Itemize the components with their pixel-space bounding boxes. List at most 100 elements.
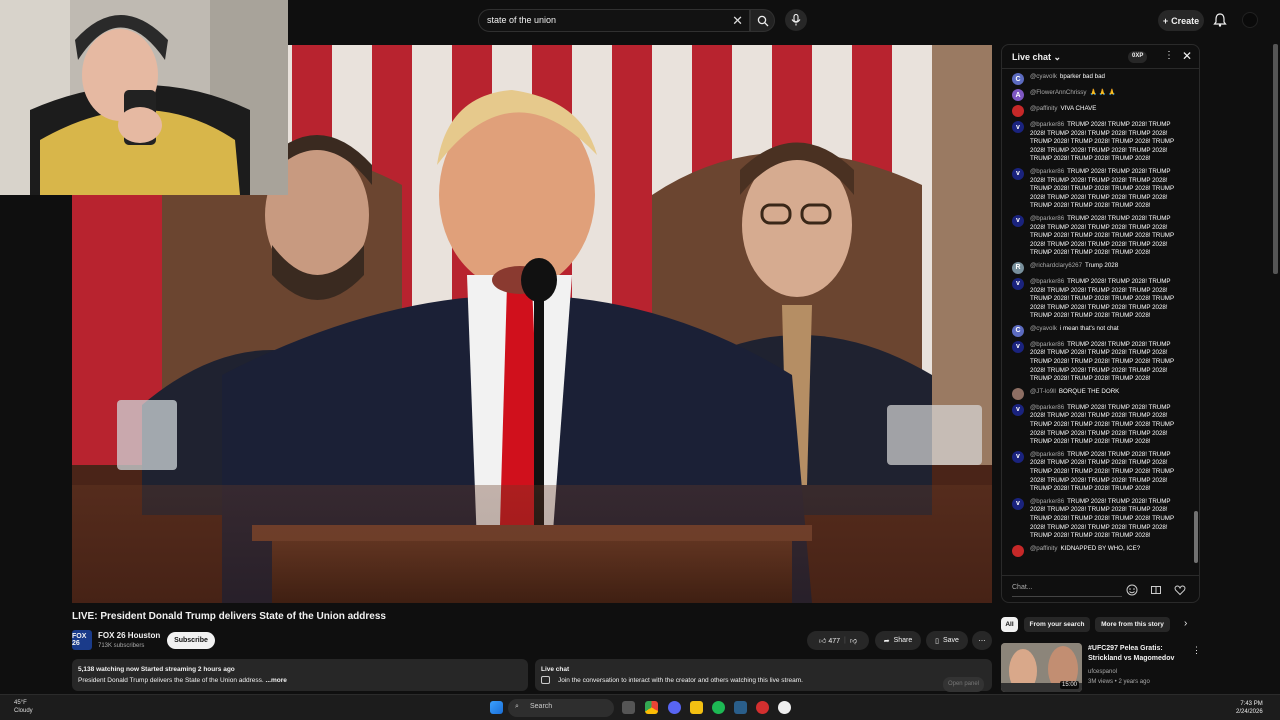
chat-author[interactable]: @bparker86: [1030, 404, 1064, 411]
chat-message[interactable]: @paffinity KIDNAPPED BY WHO, ICE?: [1002, 543, 1194, 559]
chat-avatar[interactable]: v: [1012, 121, 1024, 133]
app-icon[interactable]: [756, 701, 769, 714]
clear-search-icon[interactable]: ✕: [732, 13, 743, 29]
voice-search-button[interactable]: [785, 9, 807, 31]
taskbar-clock[interactable]: 7:43 PM 2/24/2026: [1236, 700, 1263, 716]
discord-icon[interactable]: [668, 701, 681, 714]
open-panel-button[interactable]: Open panel: [942, 677, 984, 692]
chat-author[interactable]: @FlowerAnnChrissy: [1030, 89, 1086, 96]
chat-avatar[interactable]: v: [1012, 403, 1024, 416]
more-actions-button[interactable]: ⋯: [972, 631, 992, 650]
chat-avatar[interactable]: [1012, 544, 1024, 557]
chat-message[interactable]: v @bparker86 TRUMP 2028! TRUMP 2028! TRUMP…: [1002, 496, 1194, 543]
chat-avatar[interactable]: C: [1012, 324, 1024, 337]
live-chat-title[interactable]: Live chat ⌄: [1012, 52, 1061, 63]
chat-avatar[interactable]: v: [1012, 167, 1024, 180]
chat-input[interactable]: Chat...: [1012, 581, 1122, 597]
thumbs-down-icon[interactable]: 👎︎: [850, 636, 857, 645]
task-view-icon[interactable]: [622, 701, 635, 714]
chat-avatar[interactable]: A: [1012, 89, 1024, 101]
chat-message[interactable]: C @cyavolk i mean that's not chat: [1002, 323, 1194, 339]
spotify-icon[interactable]: [712, 701, 725, 714]
channel-logo[interactable]: FOX 26: [72, 630, 92, 650]
chip-all[interactable]: All: [1001, 617, 1018, 632]
chat-avatar[interactable]: v: [1012, 214, 1024, 227]
search-box[interactable]: state of the union ✕: [478, 9, 750, 32]
chat-message[interactable]: @paffinity VIVA CHAVE: [1002, 103, 1194, 119]
page-scrollbar[interactable]: [1273, 44, 1278, 274]
recommendation-channel[interactable]: ufcespanol: [1088, 669, 1117, 675]
chat-message[interactable]: C @cyavolk bparker bad bad: [1002, 71, 1194, 87]
search-button[interactable]: [750, 9, 775, 32]
chat-avatar[interactable]: [1012, 105, 1024, 117]
recommendation-thumbnail[interactable]: 15:00: [1001, 643, 1082, 692]
subscribe-button[interactable]: Subscribe: [167, 632, 215, 649]
description-box[interactable]: 5,138 watching now Started streaming 2 h…: [72, 659, 528, 691]
share-button[interactable]: ➦ Share: [875, 631, 921, 650]
chat-avatar[interactable]: v: [1012, 277, 1024, 290]
file-explorer-icon[interactable]: [690, 701, 703, 714]
duration-badge: 15:00: [1059, 681, 1079, 689]
chat-author[interactable]: @cyavolk: [1030, 325, 1057, 332]
chat-avatar[interactable]: v: [1012, 497, 1024, 510]
recommendation-title[interactable]: #UFC297 Pelea Gratis: Strickland vs Mago…: [1088, 644, 1188, 664]
chat-author[interactable]: @bparker86: [1030, 341, 1064, 348]
chat-author[interactable]: @bparker86: [1030, 121, 1064, 128]
heart-icon[interactable]: [1174, 584, 1186, 596]
chip-from-search[interactable]: From your search: [1024, 617, 1090, 632]
more-options-icon[interactable]: ⋮: [1192, 645, 1201, 656]
search-input[interactable]: state of the union: [487, 15, 556, 25]
chat-avatar[interactable]: C: [1012, 73, 1024, 85]
account-avatar[interactable]: [1242, 12, 1258, 28]
emoji-icon[interactable]: [1126, 584, 1138, 596]
weather-widget[interactable]: 45°F Cloudy: [14, 699, 33, 715]
chat-author[interactable]: @cyavolk: [1030, 73, 1057, 80]
chat-author[interactable]: @bparker86: [1030, 498, 1064, 505]
obs-icon[interactable]: [778, 701, 791, 714]
more-options-icon[interactable]: ⋮: [1164, 50, 1174, 61]
chat-author[interactable]: @bparker86: [1030, 278, 1064, 285]
close-chat-icon[interactable]: ✕: [1182, 49, 1192, 63]
create-button[interactable]: + Create: [1158, 10, 1204, 31]
chat-avatar[interactable]: v: [1012, 450, 1024, 463]
like-button[interactable]: 👍︎ 477: [819, 636, 840, 645]
chat-message[interactable]: @JT-lo9ll BORQUE THE DORK: [1002, 386, 1194, 402]
chat-message[interactable]: v @bparker86 TRUMP 2028! TRUMP 2028! TRUMP…: [1002, 119, 1194, 166]
start-icon[interactable]: [490, 701, 503, 714]
save-button[interactable]: ▯ Save: [926, 631, 968, 650]
chat-author[interactable]: @bparker86: [1030, 451, 1064, 458]
chat-avatar[interactable]: v: [1012, 340, 1024, 353]
taskbar-search[interactable]: ⌕ Search: [508, 699, 614, 717]
chat-message[interactable]: v @bparker86 TRUMP 2028! TRUMP 2028! TRUMP…: [1002, 276, 1194, 323]
chat-message-body: @bparker86 TRUMP 2028! TRUMP 2028! TRUMP …: [1030, 341, 1180, 384]
thumbs-up-icon: 👍︎: [819, 638, 827, 645]
points-badge[interactable]: 0XP: [1128, 51, 1148, 63]
chevron-right-icon[interactable]: ›: [1184, 618, 1187, 629]
chrome-icon[interactable]: [645, 701, 658, 714]
channel-subscribers: 713K subscribers: [98, 643, 145, 649]
chat-message[interactable]: A @FlowerAnnChrissy 🙏 🙏 🙏: [1002, 87, 1194, 103]
chat-scrollbar[interactable]: [1194, 73, 1198, 563]
chat-scrollbar-thumb[interactable]: [1194, 511, 1198, 563]
gift-icon[interactable]: [1150, 584, 1162, 596]
chat-author[interactable]: @JT-lo9ll: [1030, 388, 1056, 395]
channel-name[interactable]: FOX 26 Houston: [98, 631, 160, 640]
chip-from-story[interactable]: More from this story: [1095, 617, 1170, 632]
chat-message[interactable]: v @bparker86 TRUMP 2028! TRUMP 2028! TRUMP…: [1002, 449, 1194, 496]
chat-author[interactable]: @bparker86: [1030, 215, 1064, 222]
chat-message-body: @paffinity KIDNAPPED BY WHO, ICE?: [1030, 545, 1180, 557]
more-link[interactable]: ...more: [266, 677, 287, 684]
chat-author[interactable]: @paffinity: [1030, 105, 1058, 112]
chat-author[interactable]: @paffinity: [1030, 545, 1058, 552]
chat-message[interactable]: v @bparker86 TRUMP 2028! TRUMP 2028! TRUMP…: [1002, 402, 1194, 449]
chat-author[interactable]: @richardclary6267: [1030, 262, 1082, 269]
chat-avatar[interactable]: R: [1012, 261, 1024, 274]
chat-message[interactable]: R @richardclary6267 Trump 2028: [1002, 260, 1194, 276]
notifications-bell-icon[interactable]: [1212, 12, 1228, 28]
chat-message[interactable]: v @bparker86 TRUMP 2028! TRUMP 2028! TRUMP…: [1002, 166, 1194, 213]
steam-icon[interactable]: [734, 701, 747, 714]
chat-message[interactable]: v @bparker86 TRUMP 2028! TRUMP 2028! TRUMP…: [1002, 213, 1194, 260]
chat-author[interactable]: @bparker86: [1030, 168, 1064, 175]
chat-avatar[interactable]: [1012, 387, 1024, 400]
chat-message[interactable]: v @bparker86 TRUMP 2028! TRUMP 2028! TRUMP…: [1002, 339, 1194, 386]
